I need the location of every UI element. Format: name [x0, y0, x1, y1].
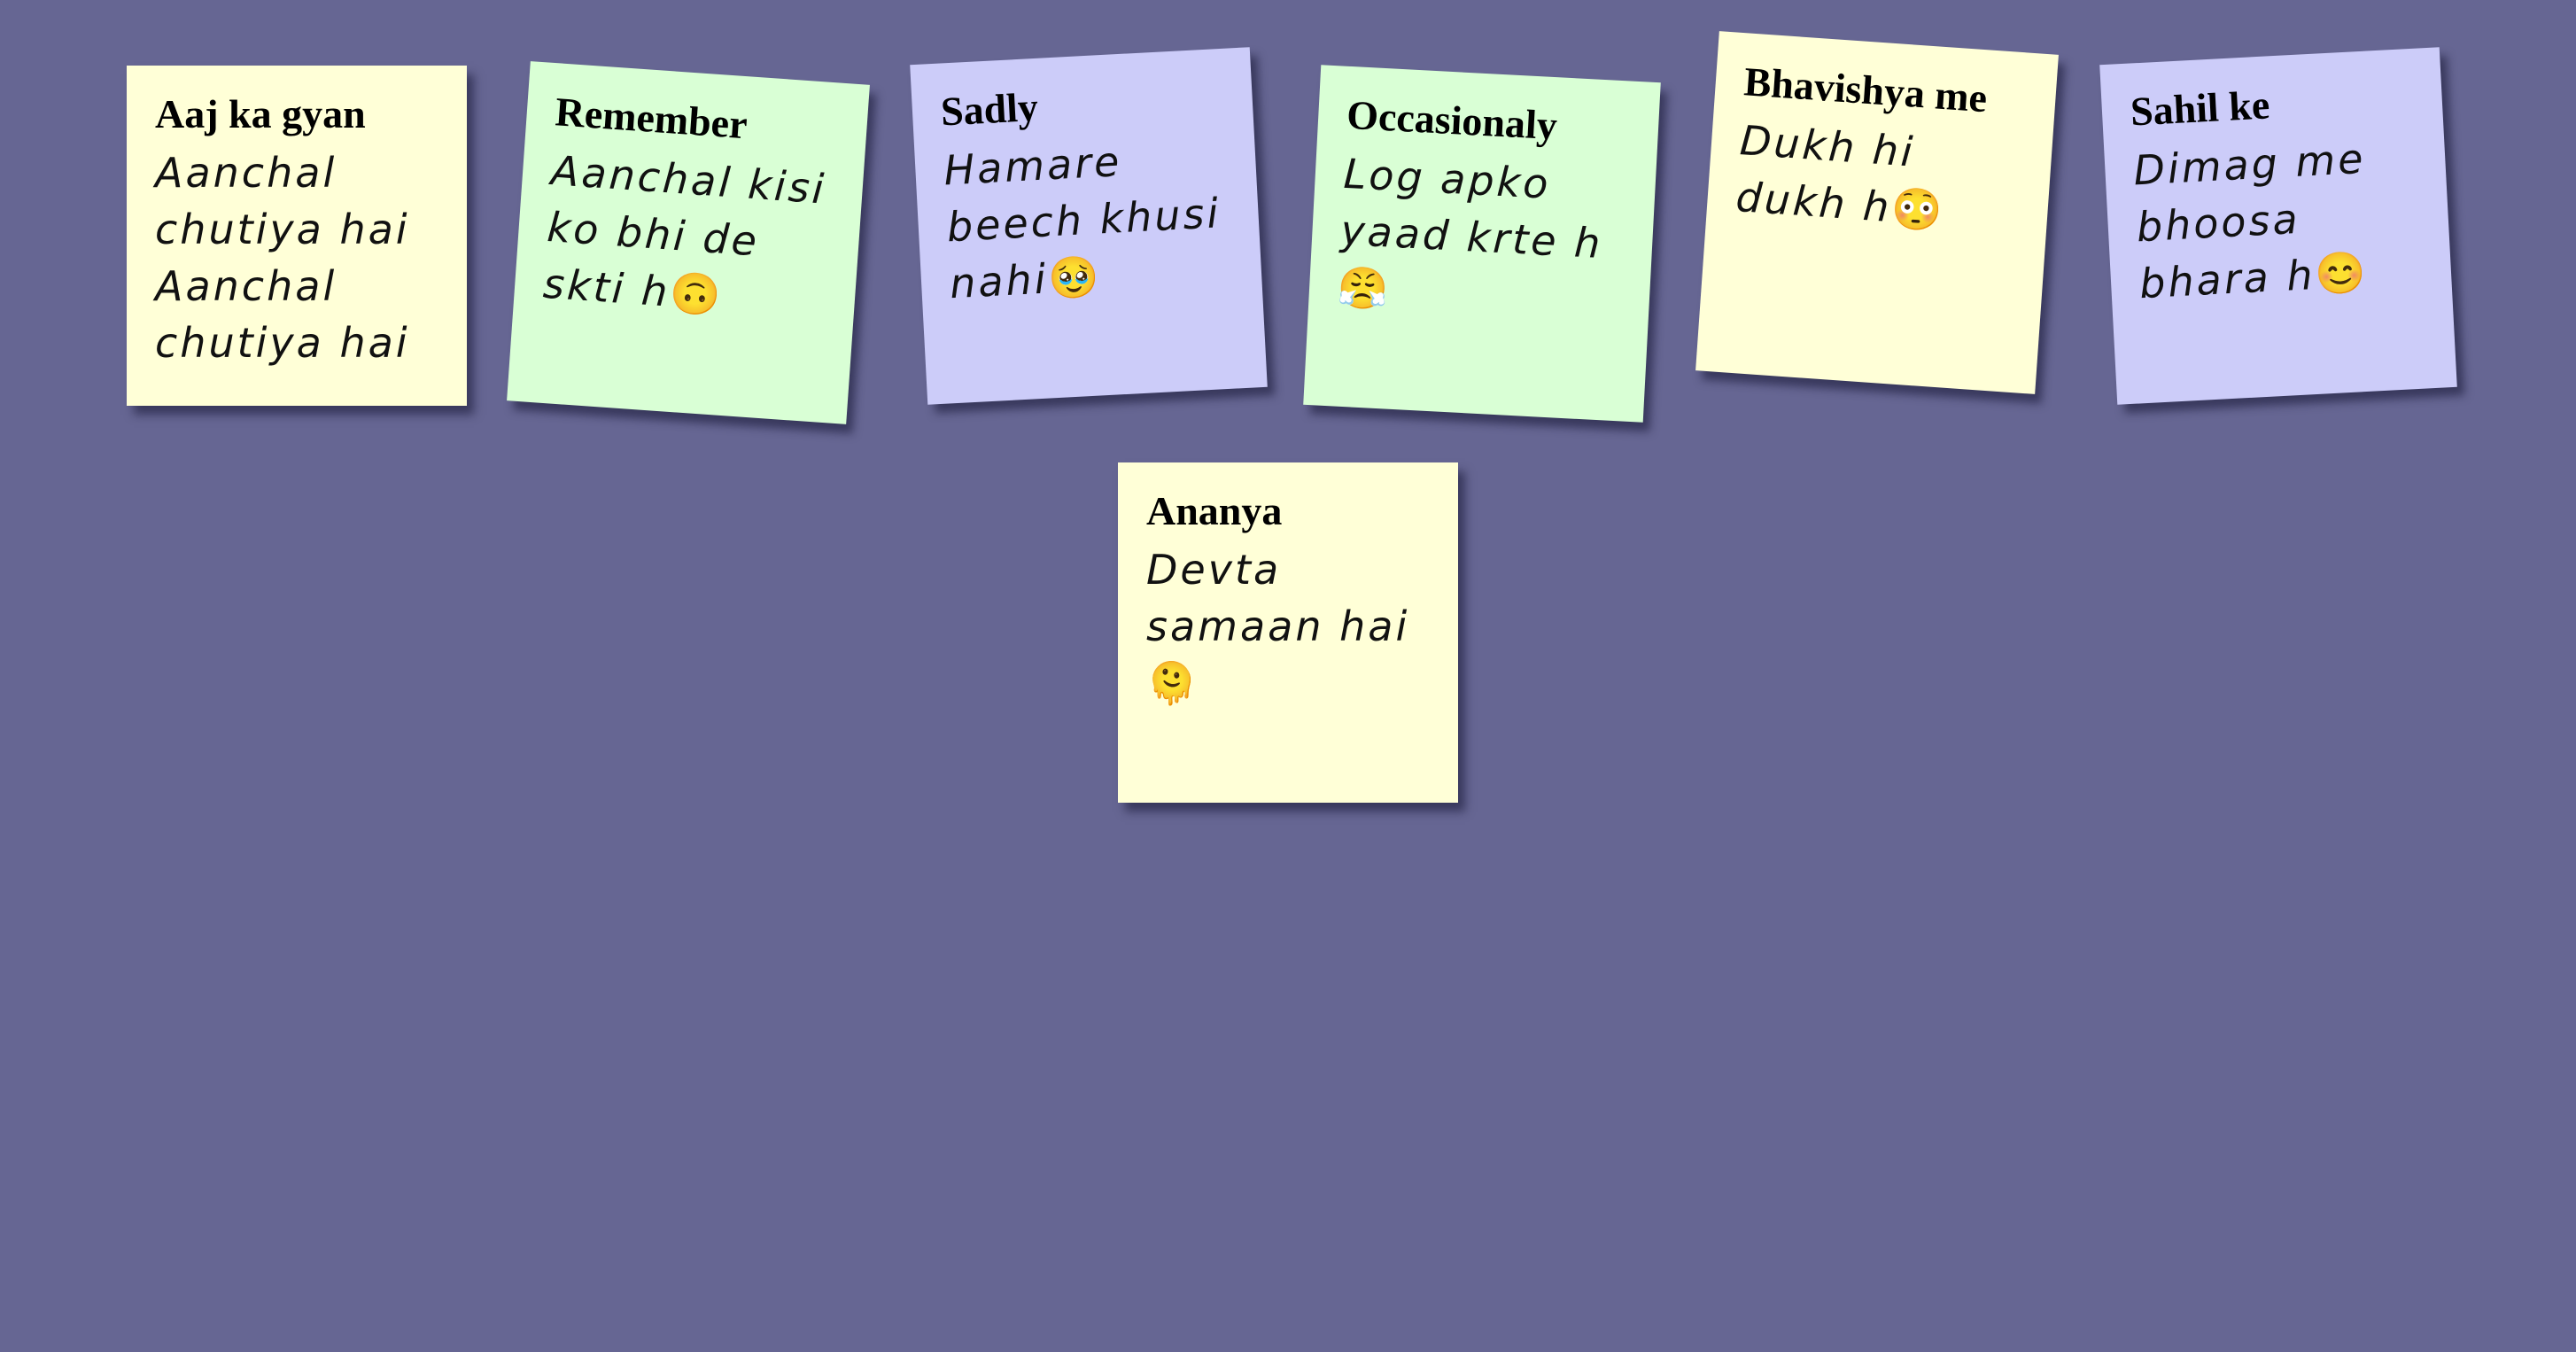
note-body: Log apko yaad krte h😤 [1336, 149, 1604, 314]
sticky-note-occasionaly[interactable]: Occasionaly Log apko yaad krte h😤 [1303, 65, 1661, 423]
sticky-note-aaj-ka-gyan[interactable]: Aaj ka gyan Aanchal chutiya hai Aanchal … [127, 66, 467, 406]
note-body: Aanchal kisi ko bhi de skti h🙃 [541, 145, 828, 320]
note-body: Devta samaan hai🫠 [1146, 545, 1410, 707]
note-body: Dimag me bhoosa bhara h😊 [2132, 134, 2367, 307]
sticky-note-sahil-ke[interactable]: Sahil ke Dimag me bhoosa bhara h😊 [2099, 47, 2457, 405]
sticky-notes-board: Aaj ka gyan Aanchal chutiya hai Aanchal … [0, 0, 2576, 1352]
sticky-note-bhavishya-me[interactable]: Bhavishya me Dukh hi dukh h😳 [1695, 31, 2059, 394]
note-body: Dukh hi dukh h😳 [1734, 115, 1944, 235]
note-title: Occasionaly [1346, 91, 1559, 149]
flushed-face-emoji: 😳 [1889, 183, 1944, 235]
note-title: Aaj ka gyan [155, 91, 366, 136]
melting-face-emoji: 🫠 [1146, 658, 1198, 707]
note-body: Hamare beech khusi nahi🥹 [943, 136, 1222, 307]
sticky-note-ananya[interactable]: Ananya Devta samaan hai🫠 [1118, 462, 1458, 803]
note-title: Sadly [939, 83, 1040, 135]
huffing-face-emoji: 😤 [1336, 262, 1390, 314]
sticky-note-remember[interactable]: Remember Aanchal kisi ko bhi de skti h🙃 [507, 61, 870, 424]
upside-down-face-emoji: 🙃 [668, 268, 723, 320]
note-title: Ananya [1146, 488, 1283, 533]
note-title: Sahil ke [2129, 82, 2271, 135]
holding-back-tears-emoji: 🥹 [1046, 252, 1100, 303]
note-body: Aanchal chutiya hai Aanchal chutiya hai [155, 148, 410, 367]
smiling-face-emoji: 😊 [2313, 247, 2367, 299]
sticky-note-sadly[interactable]: Sadly Hamare beech khusi nahi🥹 [910, 47, 1268, 405]
